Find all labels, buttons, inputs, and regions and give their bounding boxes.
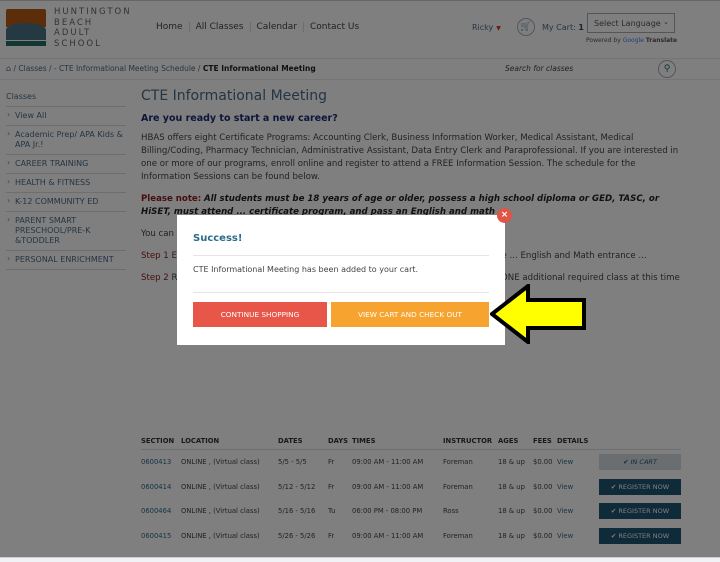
continue-shopping-button[interactable]: CONTINUE SHOPPING (193, 302, 327, 327)
modal-message: CTE Informational Meeting has been added… (193, 265, 419, 274)
view-cart-checkout-button[interactable]: VIEW CART AND CHECK OUT (331, 302, 489, 327)
close-icon[interactable]: × (497, 208, 512, 223)
arrow-pointer-icon (490, 284, 586, 344)
divider (193, 292, 489, 293)
modal-title: Success! (193, 233, 243, 244)
arrow-shape (490, 284, 586, 344)
browser-bottom-bar (0, 557, 720, 562)
success-modal: Success! CTE Informational Meeting has b… (177, 215, 505, 345)
divider (193, 255, 489, 256)
page: HUNTINGTON BEACH ADULT SCHOOL Home All C… (0, 0, 720, 562)
